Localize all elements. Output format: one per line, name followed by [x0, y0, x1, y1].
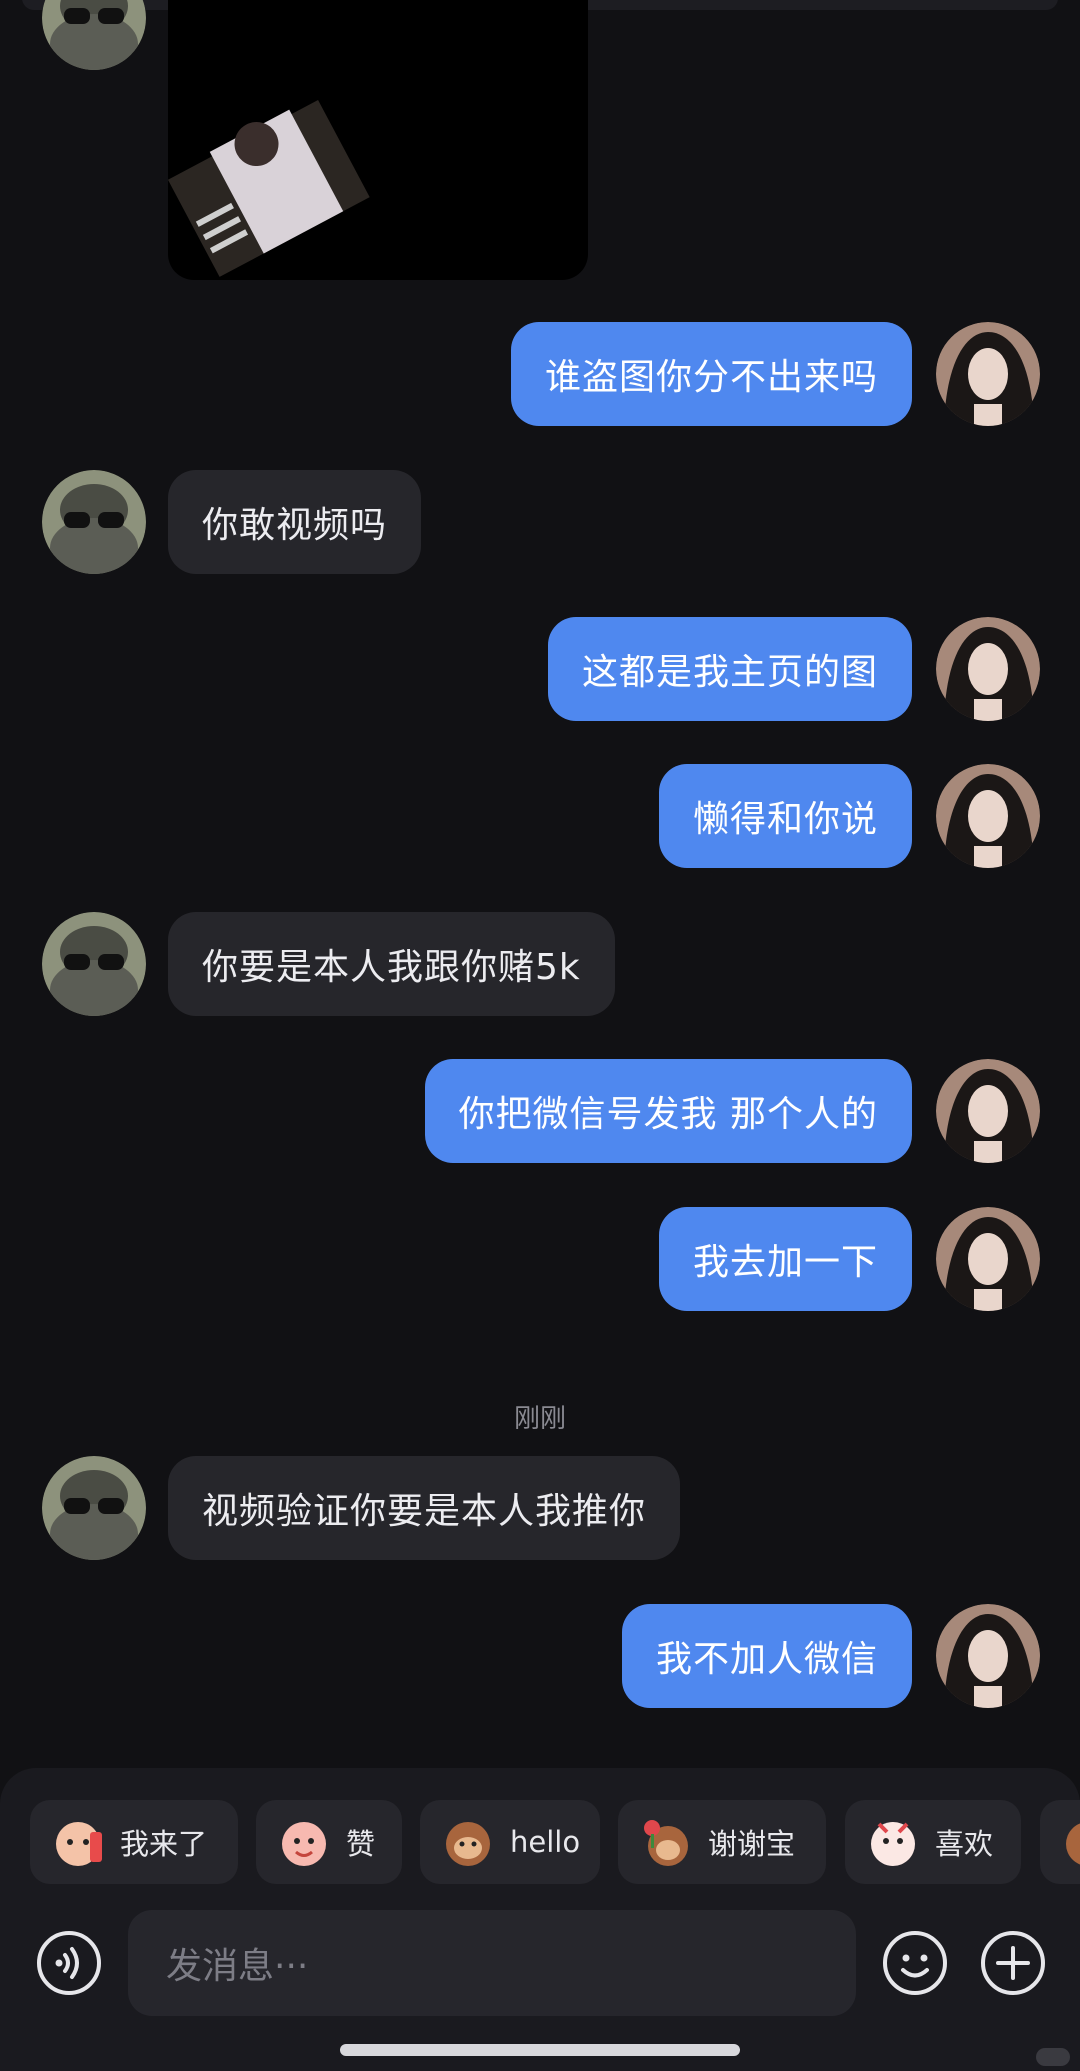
sticker-icon: [446, 1822, 490, 1866]
avatar[interactable]: [936, 1604, 1040, 1708]
avatar[interactable]: [936, 617, 1040, 721]
avatar[interactable]: [936, 322, 1040, 426]
quick-reply-label: 喜欢: [935, 1827, 994, 1861]
watermark-badge: [1036, 2048, 1070, 2066]
quick-reply-label: 谢谢宝: [708, 1827, 796, 1861]
avatar[interactable]: [936, 764, 1040, 868]
avatar[interactable]: [936, 1207, 1040, 1311]
message-bubble[interactable]: 懒得和你说: [658, 764, 912, 868]
sticker-icon: [282, 1822, 326, 1866]
home-indicator[interactable]: [340, 2044, 740, 2056]
quick-reply-label: 我来了: [120, 1827, 208, 1861]
quick-reply-chip[interactable]: 喜欢: [845, 1800, 1021, 1884]
composer-panel: 我来了 赞 hello 谢谢宝 喜欢 发消息···: [0, 1768, 1080, 2071]
quick-reply-chip[interactable]: 我来了: [30, 1800, 238, 1884]
message-input[interactable]: 发消息···: [128, 1910, 856, 2016]
avatar[interactable]: [42, 912, 146, 1016]
message-bubble[interactable]: 这都是我主页的图: [547, 617, 912, 721]
sticker-icon: [644, 1820, 688, 1866]
sticker-icon: [56, 1822, 102, 1866]
quick-reply-chip[interactable]: 谢谢宝: [618, 1800, 826, 1884]
avatar[interactable]: [42, 0, 146, 70]
quick-reply-chip[interactable]: 赞: [256, 1800, 402, 1884]
message-bubble[interactable]: 我去加一下: [658, 1207, 912, 1311]
quick-reply-chip[interactable]: hello: [420, 1800, 600, 1884]
message-bubble[interactable]: 视频验证你要是本人我推你: [168, 1456, 681, 1560]
avatar[interactable]: [42, 1456, 146, 1560]
voice-input-icon[interactable]: [34, 1928, 104, 1998]
message-bubble[interactable]: 我不加人微信: [621, 1604, 912, 1708]
timestamp: 刚刚: [513, 1404, 566, 1434]
video-message[interactable]: [168, 0, 588, 280]
sticker-icon: [1066, 1823, 1080, 1865]
chat-area[interactable]: 谁盗图你分不出来吗 你敢视频吗 这都是我主页的图 懒得和你说 你要是本人我跟你赌…: [0, 0, 1080, 1768]
avatar[interactable]: [42, 470, 146, 574]
emoji-icon[interactable]: [880, 1928, 950, 1998]
sticker-icon: [871, 1822, 915, 1866]
quick-reply-label: hello: [510, 1825, 581, 1859]
avatar[interactable]: [936, 1059, 1040, 1163]
message-bubble[interactable]: 你把微信号发我 那个人的: [424, 1059, 912, 1163]
quick-reply-label: 赞: [346, 1827, 376, 1861]
message-bubble[interactable]: 谁盗图你分不出来吗: [510, 322, 912, 426]
message-bubble[interactable]: 你要是本人我跟你赌5k: [168, 912, 615, 1016]
add-icon[interactable]: [978, 1928, 1048, 1998]
quick-reply-chip-partial[interactable]: [1040, 1800, 1080, 1884]
message-bubble[interactable]: 你敢视频吗: [168, 470, 422, 574]
